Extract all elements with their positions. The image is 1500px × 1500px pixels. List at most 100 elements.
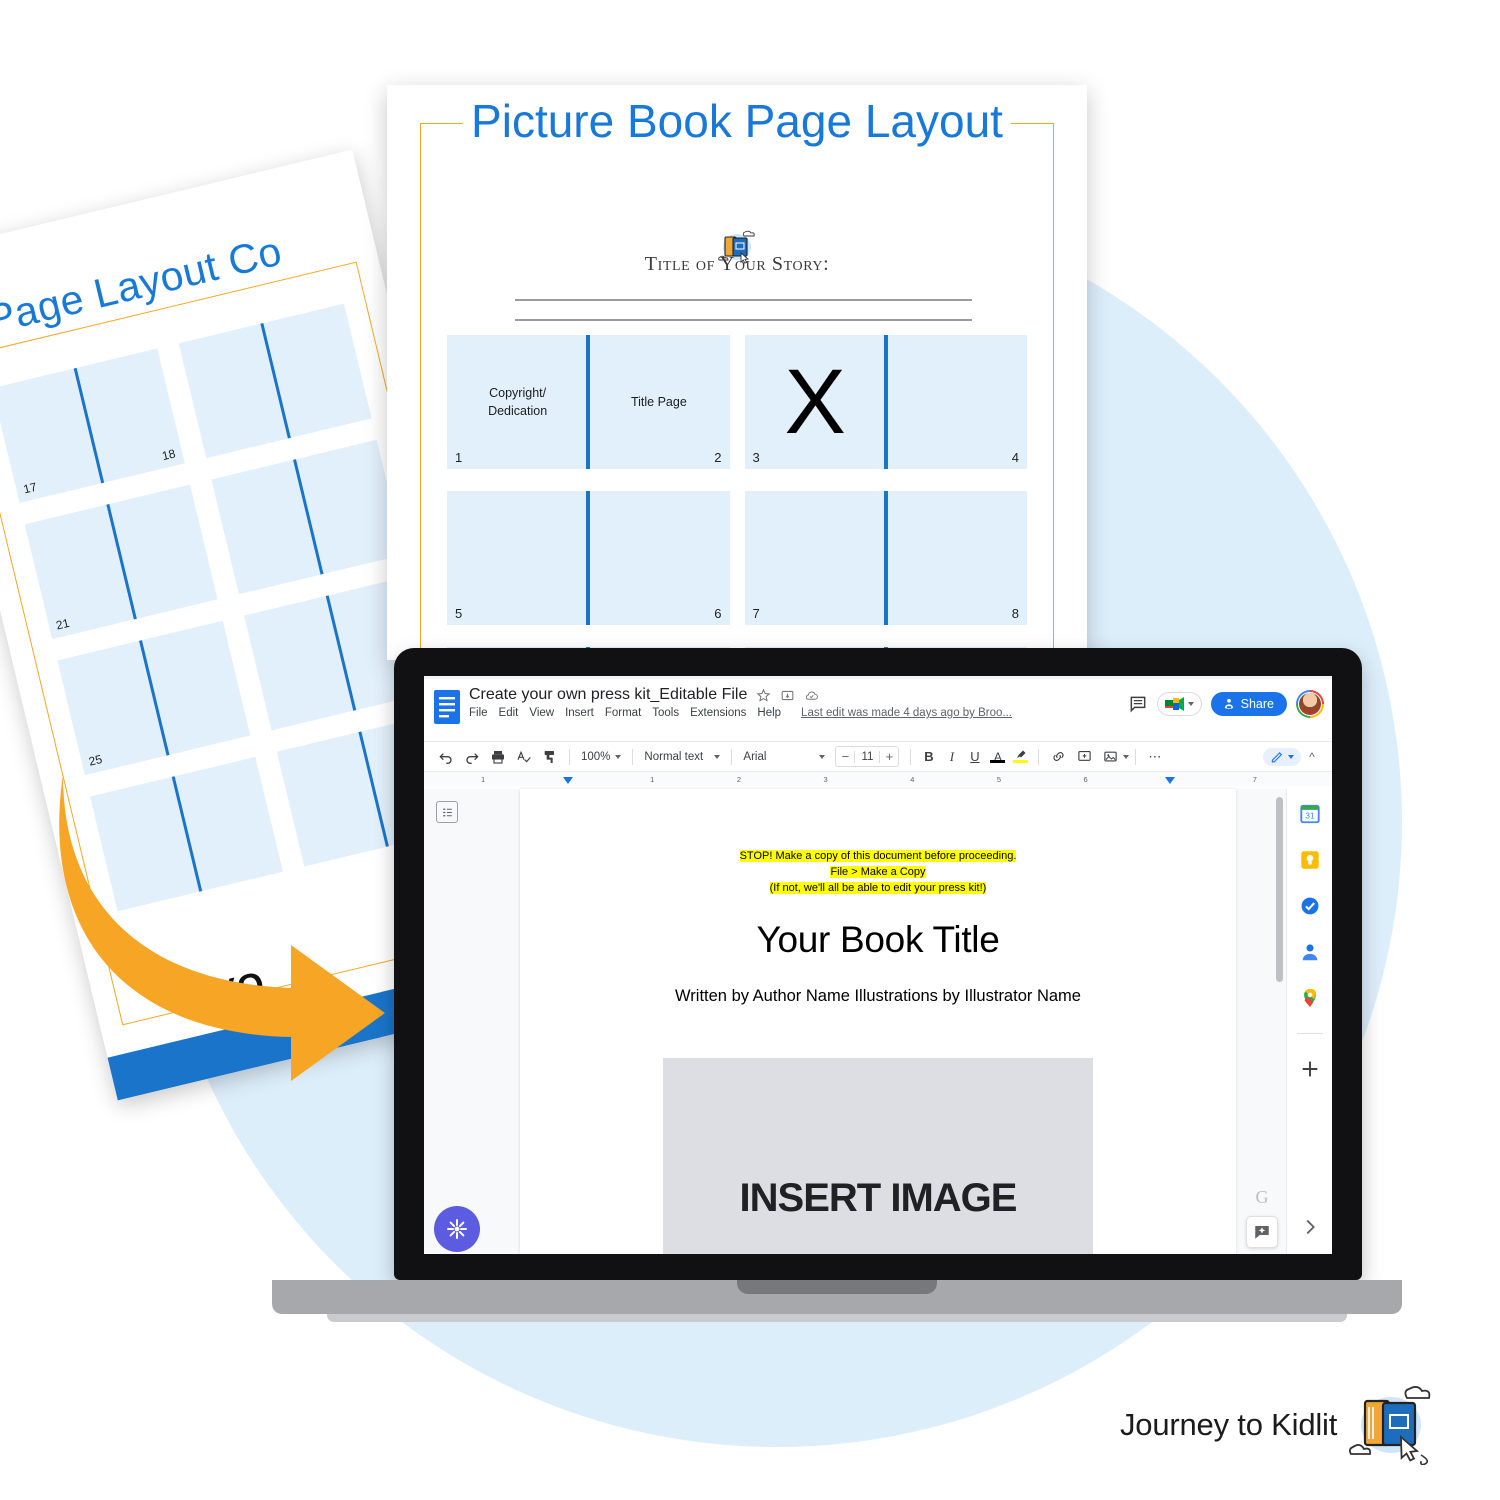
gutter-line bbox=[105, 504, 137, 620]
side-panel-rail: 31 bbox=[1286, 789, 1332, 1254]
star-icon[interactable] bbox=[756, 688, 771, 703]
zoom-value: 100% bbox=[581, 750, 611, 763]
page-number-right: 8 bbox=[1011, 606, 1019, 621]
share-button[interactable]: Share bbox=[1210, 692, 1287, 716]
ruler-tick: 2 bbox=[736, 774, 742, 784]
docs-ruler[interactable]: 1 1 2 3 4 5 6 7 bbox=[424, 771, 1332, 786]
indent-marker-icon bbox=[1165, 777, 1176, 784]
gutter-line bbox=[586, 491, 591, 625]
page-spread: 7 8 bbox=[744, 491, 1027, 625]
rail-divider bbox=[1296, 1033, 1323, 1034]
toolbar-divider bbox=[1038, 748, 1040, 765]
menu-view[interactable]: View bbox=[529, 707, 554, 719]
add-comment-icon[interactable] bbox=[1071, 746, 1097, 768]
menu-tools[interactable]: Tools bbox=[652, 707, 679, 719]
italic-button[interactable]: I bbox=[940, 749, 963, 765]
font-size-value[interactable]: 11 bbox=[854, 750, 881, 763]
google-maps-icon[interactable] bbox=[1299, 987, 1321, 1009]
font-size-increase-button[interactable]: + bbox=[880, 749, 898, 764]
brand-name: Journey to Kidlit bbox=[1120, 1407, 1338, 1442]
grammarly-g-icon[interactable]: G bbox=[1249, 1184, 1275, 1210]
saved-to-drive-cloud-icon[interactable] bbox=[804, 688, 819, 703]
zoom-dropdown[interactable]: 100% bbox=[576, 749, 626, 765]
print-icon[interactable] bbox=[485, 746, 511, 768]
page-number-right: 2 bbox=[714, 450, 722, 465]
page-number-right: 18 bbox=[160, 446, 177, 464]
google-contacts-icon[interactable] bbox=[1299, 941, 1321, 963]
share-lock-person-icon bbox=[1224, 698, 1233, 710]
document-page[interactable]: STOP! Make a copy of this document befor… bbox=[520, 789, 1236, 1254]
menu-extensions[interactable]: Extensions bbox=[690, 707, 746, 719]
laptop-foot bbox=[327, 1314, 1347, 1322]
ruler-tick: 3 bbox=[823, 774, 828, 784]
collapse-toolbar-button[interactable]: ^ bbox=[1301, 750, 1323, 764]
page-number-left: 21 bbox=[54, 615, 71, 633]
paint-format-icon[interactable] bbox=[537, 746, 563, 768]
chevron-down-icon[interactable] bbox=[1123, 754, 1130, 759]
laptop-screen: Create your own press kit_Editable File bbox=[424, 676, 1332, 1254]
docs-body: STOP! Make a copy of this document befor… bbox=[424, 789, 1332, 1254]
google-docs-icon[interactable] bbox=[434, 690, 460, 724]
menu-help[interactable]: Help bbox=[757, 707, 781, 719]
insert-image-icon[interactable] bbox=[1097, 746, 1123, 768]
ruler-track: 1 1 2 3 4 5 6 7 bbox=[481, 772, 1257, 786]
menu-file[interactable]: File bbox=[469, 707, 488, 719]
redo-icon[interactable] bbox=[459, 746, 485, 768]
document-outline-icon[interactable] bbox=[436, 801, 458, 823]
menu-insert[interactable]: Insert bbox=[565, 707, 594, 719]
more-options-button[interactable]: ⋯ bbox=[1142, 749, 1168, 765]
editing-mode-button[interactable] bbox=[1263, 747, 1301, 766]
vertical-scrollbar[interactable] bbox=[1276, 797, 1283, 982]
google-meet-button[interactable] bbox=[1156, 692, 1202, 716]
ruler-tick: 4 bbox=[910, 774, 915, 784]
move-to-folder-icon[interactable] bbox=[780, 688, 795, 703]
google-calendar-icon[interactable]: 31 bbox=[1299, 803, 1321, 825]
page-number-right: 4 bbox=[1011, 450, 1019, 465]
spellcheck-icon[interactable] bbox=[511, 746, 537, 768]
text-color-button[interactable]: A bbox=[986, 750, 1009, 764]
editing-mode-pencil-icon bbox=[1271, 751, 1283, 763]
paragraph-style-dropdown[interactable]: Normal text bbox=[639, 749, 725, 765]
menu-format[interactable]: Format bbox=[605, 707, 641, 719]
insert-image-placeholder[interactable]: INSERT IMAGE bbox=[663, 1057, 1093, 1254]
stop-line-2: File > Make a Copy bbox=[830, 865, 926, 878]
comment-history-icon[interactable] bbox=[1128, 694, 1148, 714]
avatar[interactable] bbox=[1296, 690, 1324, 718]
page-number-left: 7 bbox=[752, 606, 760, 621]
ruler-tick: 7 bbox=[1252, 774, 1257, 784]
google-tasks-icon[interactable] bbox=[1299, 895, 1321, 917]
gutter-line bbox=[73, 367, 104, 484]
grammarly-fab-button[interactable] bbox=[434, 1206, 480, 1252]
explore-button[interactable] bbox=[1246, 1216, 1278, 1248]
add-ons-plus-icon[interactable] bbox=[1299, 1058, 1321, 1080]
gutter-line bbox=[883, 335, 888, 469]
x-mark: X bbox=[784, 351, 846, 453]
bold-button[interactable]: B bbox=[917, 749, 940, 764]
docs-title-block: Create your own press kit_Editable File bbox=[469, 686, 1128, 719]
google-keep-icon[interactable] bbox=[1299, 849, 1321, 871]
menu-edit[interactable]: Edit bbox=[499, 707, 519, 719]
last-edit-link[interactable]: Last edit was made 4 days ago by Broo... bbox=[801, 707, 1012, 719]
spread-left-label: Copyright/Dedication bbox=[488, 385, 548, 418]
front-sheet-title: Picture Book Page Layout bbox=[463, 95, 1011, 148]
title-write-line-1 bbox=[515, 299, 972, 301]
underline-button[interactable]: U bbox=[963, 749, 986, 764]
font-size-decrease-button[interactable]: − bbox=[836, 749, 854, 764]
undo-icon[interactable] bbox=[433, 746, 459, 768]
toolbar-divider bbox=[1135, 748, 1137, 765]
font-size-stepper[interactable]: − 11 + bbox=[835, 746, 900, 767]
spread-row: Copyright/Dedication Title Page 1 2 X 3 … bbox=[447, 335, 1027, 469]
highlight-color-button[interactable] bbox=[1009, 749, 1032, 764]
page-spread: 5 6 bbox=[447, 491, 730, 625]
insert-link-icon[interactable] bbox=[1045, 746, 1071, 768]
indent-marker-icon bbox=[562, 777, 573, 784]
stop-line-3: (If not, we'll all be able to edit your … bbox=[769, 881, 987, 894]
expand-panel-chevron-icon[interactable] bbox=[1299, 1216, 1321, 1238]
font-dropdown[interactable]: Arial bbox=[738, 749, 830, 765]
explore-spark-icon bbox=[1255, 1226, 1269, 1239]
document-title[interactable]: Create your own press kit_Editable File bbox=[469, 686, 747, 704]
docs-header: Create your own press kit_Editable File bbox=[424, 679, 1332, 741]
page-number-left: 1 bbox=[455, 450, 463, 465]
ruler-tick: 6 bbox=[1083, 774, 1088, 784]
avatar-image bbox=[1298, 692, 1322, 716]
